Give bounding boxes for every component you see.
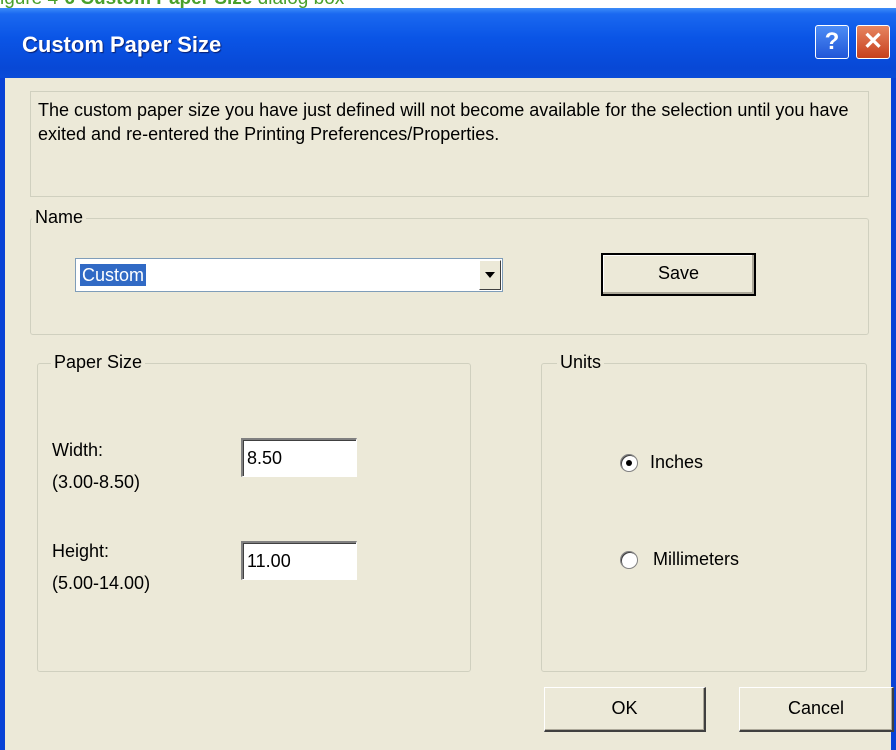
name-group-legend: Name: [32, 207, 87, 227]
notice-text: The custom paper size you have just defi…: [38, 100, 849, 144]
units-group-legend: Units: [557, 352, 605, 372]
save-button[interactable]: Save: [601, 253, 756, 296]
chevron-down-icon: [485, 272, 495, 278]
paper-name-value: Custom: [80, 264, 147, 286]
radio-selected-dot: [626, 460, 632, 466]
help-button[interactable]: ?: [815, 25, 849, 59]
close-button[interactable]: ✕: [856, 25, 890, 59]
paper-size-group: [37, 363, 471, 672]
cancel-button[interactable]: Cancel: [739, 687, 894, 732]
width-range-label: (3.00-8.50): [52, 472, 141, 492]
question-mark-icon: ?: [824, 28, 840, 55]
paper-name-combobox[interactable]: Custom: [75, 258, 503, 292]
millimeters-radio[interactable]: [620, 551, 638, 569]
height-label: Height:: [52, 541, 110, 561]
ok-button[interactable]: OK: [544, 687, 706, 732]
close-x-icon: ✕: [862, 28, 884, 55]
width-input-value: 8.50: [247, 448, 283, 468]
units-group: [541, 363, 867, 672]
height-range-label: (5.00-14.00): [52, 573, 151, 593]
millimeters-label[interactable]: Millimeters: [653, 546, 739, 572]
height-input[interactable]: 11.00: [241, 541, 357, 580]
dialog-title: Custom Paper Size: [22, 32, 222, 57]
title-bar[interactable]: Custom Paper Size ? ✕: [0, 8, 896, 78]
custom-paper-size-dialog: Custom Paper Size ? ✕ The custom paper s…: [0, 8, 896, 750]
combobox-dropdown-button[interactable]: [479, 260, 501, 290]
notice-box: The custom paper size you have just defi…: [30, 91, 869, 197]
height-input-value: 11.00: [247, 551, 291, 571]
width-input[interactable]: 8.50: [241, 438, 357, 477]
width-label: Width:: [52, 440, 104, 460]
paper-size-group-legend: Paper Size: [51, 352, 146, 372]
dialog-client-area: The custom paper size you have just defi…: [5, 78, 894, 750]
inches-radio[interactable]: [620, 454, 638, 472]
inches-label[interactable]: Inches: [650, 449, 703, 475]
